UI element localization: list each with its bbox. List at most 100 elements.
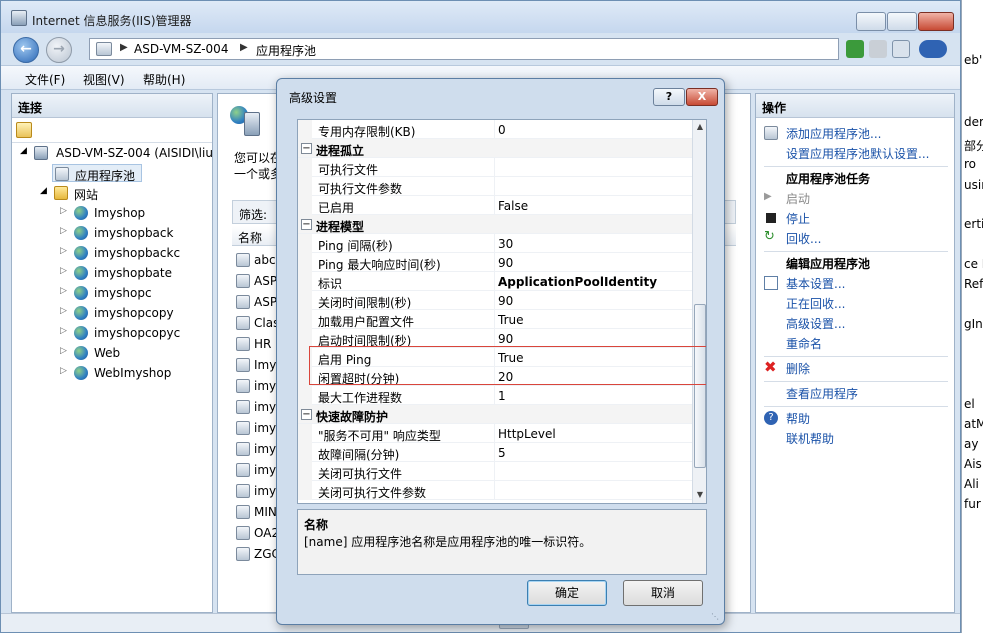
property-row[interactable]: 专用内存限制(KB) 0 (298, 120, 692, 139)
property-row[interactable]: 加载用户配置文件 True (298, 310, 692, 329)
property-category[interactable]: − 进程孤立 (298, 139, 692, 158)
breadcrumb-chevron-icon[interactable]: ▶ (120, 42, 128, 53)
tree-sites[interactable]: ◢ 网站 (40, 184, 160, 202)
column-separator (494, 386, 495, 405)
property-row[interactable]: 已启用 False (298, 196, 692, 215)
forward-button[interactable]: → (46, 37, 72, 63)
property-row[interactable]: 标识 ApplicationPoolIdentity (298, 272, 692, 291)
column-separator (494, 424, 495, 443)
breadcrumb-server[interactable]: ASD-VM-SZ-004 (134, 42, 228, 56)
dialog-help-button[interactable]: ? (653, 88, 685, 106)
site-globe-icon (74, 306, 88, 320)
property-row[interactable]: 启用 Ping True (298, 348, 692, 367)
menu-view[interactable]: 视图(V) (83, 71, 125, 88)
tree-site[interactable]: ▷ imyshopcopyc (60, 324, 210, 342)
tree-app-pools[interactable]: 应用程序池 (52, 164, 142, 183)
row-gutter (298, 386, 312, 405)
ok-button[interactable]: 确定 (527, 580, 607, 606)
back-arrow-icon: ← (20, 41, 32, 57)
expand-arrow-icon[interactable]: ▷ (60, 286, 67, 296)
collapse-toggle-icon[interactable]: − (301, 219, 312, 230)
title-bar[interactable]: Internet 信息服务(IIS)管理器 (1, 1, 960, 33)
scroll-up-icon[interactable]: ▲ (695, 122, 705, 131)
tree-site[interactable]: ▷ WebImyshop (60, 364, 210, 382)
property-row[interactable]: 最大工作进程数 1 (298, 386, 692, 405)
app-pool-icon (236, 484, 250, 498)
divider (764, 356, 948, 357)
property-scrollbar[interactable]: ▲ ▼ (692, 120, 706, 503)
minimize-button[interactable] (856, 12, 886, 31)
maximize-button[interactable] (887, 12, 917, 31)
property-category[interactable]: − 进程模型 (298, 215, 692, 234)
dialog-close-button[interactable]: X (686, 88, 718, 106)
tree-site[interactable]: ▷ imyshopcopy (60, 304, 210, 322)
property-row[interactable]: 可执行文件参数 (298, 177, 692, 196)
property-row[interactable]: Ping 最大响应时间(秒) 90 (298, 253, 692, 272)
tree-site[interactable]: ▷ imyshopbackc (60, 244, 210, 262)
filter-label: 筛选: (239, 208, 268, 222)
cancel-button[interactable]: 取消 (623, 580, 703, 606)
tree-site[interactable]: ▷ Imyshop (60, 204, 210, 222)
expand-arrow-icon[interactable]: ▷ (60, 246, 67, 256)
question-icon: ? (665, 90, 673, 103)
breadcrumb-app-pools[interactable]: 应用程序池 (256, 42, 316, 59)
expand-arrow-icon[interactable]: ▷ (60, 366, 67, 376)
refresh-icon[interactable] (846, 40, 864, 58)
home-icon[interactable] (892, 40, 910, 58)
divider (764, 251, 948, 252)
property-row[interactable]: 故障间隔(分钟) 5 (298, 443, 692, 462)
address-bar[interactable]: ▶ ASD-VM-SZ-004 ▶ 应用程序池 (89, 38, 839, 60)
resize-grip-icon[interactable]: ⋱ (711, 612, 721, 622)
expand-arrow-icon[interactable]: ▷ (60, 226, 67, 236)
breadcrumb-chevron-icon[interactable]: ▶ (240, 42, 248, 53)
column-separator (494, 329, 495, 348)
site-globe-icon (74, 366, 88, 380)
start-page-icon[interactable] (16, 122, 32, 138)
expand-arrow-icon[interactable]: ▷ (60, 206, 67, 216)
property-row[interactable]: 关闭可执行文件 (298, 462, 692, 481)
property-row[interactable]: 关闭可执行文件参数 (298, 481, 692, 500)
tree-server[interactable]: ◢ ASD-VM-SZ-004 (AISIDI\liu (20, 144, 212, 162)
expand-arrow-icon[interactable]: ▷ (60, 326, 67, 336)
intro-text: 您可以在 一个或多 (234, 151, 283, 181)
close-window-button[interactable] (918, 12, 954, 31)
site-globe-icon (74, 206, 88, 220)
back-button[interactable]: ← (13, 37, 39, 63)
column-separator (494, 348, 495, 367)
property-row[interactable]: 关闭时间限制(秒) 90 (298, 291, 692, 310)
collapse-arrow-icon[interactable]: ◢ (40, 186, 47, 196)
menu-file[interactable]: 文件(F) (25, 71, 65, 88)
stop-square-icon (766, 213, 776, 223)
expand-arrow-icon[interactable]: ▷ (60, 266, 67, 276)
server-icon (34, 146, 48, 160)
column-separator (494, 367, 495, 386)
divider (764, 406, 948, 407)
sites-folder-icon (54, 186, 68, 200)
expand-arrow-icon[interactable]: ▷ (60, 306, 67, 316)
property-row[interactable]: Ping 间隔(秒) 30 (298, 234, 692, 253)
expand-arrow-icon[interactable]: ▷ (60, 346, 67, 356)
tree-site[interactable]: ▷ Web (60, 344, 210, 362)
collapse-toggle-icon[interactable]: − (301, 409, 312, 420)
tree-site[interactable]: ▷ imyshopback (60, 224, 210, 242)
collapse-toggle-icon[interactable]: − (301, 143, 312, 154)
menu-help[interactable]: 帮助(H) (143, 71, 185, 88)
property-row[interactable]: 闲置超时(分钟) 20 (298, 367, 692, 386)
column-name[interactable]: 名称 (238, 229, 262, 246)
app-pool-icon (236, 337, 250, 351)
stop-icon[interactable] (869, 40, 887, 58)
background-text: erti (964, 217, 983, 231)
collapse-arrow-icon[interactable]: ◢ (20, 146, 27, 156)
property-category[interactable]: − 快速故障防护 (298, 405, 692, 424)
property-row[interactable]: "服务不可用" 响应类型 HttpLevel (298, 424, 692, 443)
divider (12, 142, 212, 143)
tree-site[interactable]: ▷ imyshopbate (60, 264, 210, 282)
help-dropdown-icon[interactable] (919, 40, 947, 58)
tree-site[interactable]: ▷ imyshopc (60, 284, 210, 302)
start-play-icon: ▶ (764, 191, 772, 202)
property-row[interactable]: 可执行文件 (298, 158, 692, 177)
scrollbar-thumb[interactable] (694, 304, 706, 468)
scroll-down-icon[interactable]: ▼ (695, 490, 705, 499)
property-row[interactable]: 启动时间限制(秒) 90 (298, 329, 692, 348)
property-grid[interactable]: 专用内存限制(KB) 0− 进程孤立 可执行文件 可执行文件参数 已启用 False − 进程模… (297, 119, 707, 504)
